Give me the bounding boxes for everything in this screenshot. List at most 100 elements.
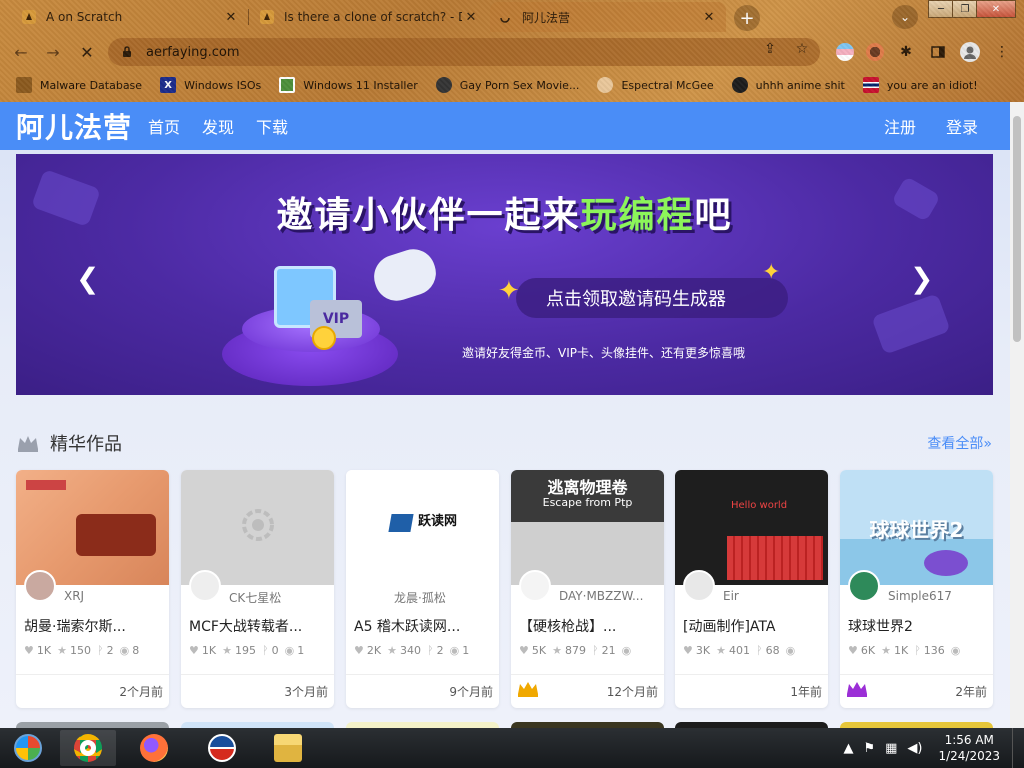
profile-avatar-icon[interactable] bbox=[960, 42, 980, 62]
close-tab-icon[interactable]: ✕ bbox=[222, 8, 240, 26]
taskbar-chrome[interactable] bbox=[60, 730, 116, 766]
project-card[interactable]: Hello world Eir [动画制作]ATA ♥ 3K ★ 401 ᚹ 68 ◉… bbox=[675, 470, 828, 708]
close-tab-icon[interactable]: ✕ bbox=[700, 8, 718, 26]
fork-count: 2 bbox=[106, 644, 114, 657]
show-desktop-button[interactable] bbox=[1012, 728, 1024, 768]
bookmark-movie-site[interactable]: Gay Porn Sex Movie... bbox=[435, 77, 579, 93]
volume-icon[interactable]: ◀) bbox=[907, 741, 922, 756]
project-title[interactable]: 胡曼·瑞索尔斯... bbox=[24, 616, 164, 636]
start-button[interactable] bbox=[0, 730, 56, 766]
view-all-link[interactable]: 查看全部» bbox=[927, 433, 992, 453]
tab-search-button[interactable]: ⌄ bbox=[892, 5, 918, 29]
project-title[interactable]: 【硬核枪战】... bbox=[519, 616, 659, 636]
bookmark-you-are-an-idiot[interactable]: you are an idiot! bbox=[862, 77, 978, 93]
nav-discover[interactable]: 发现 bbox=[202, 114, 234, 138]
back-button[interactable]: ← bbox=[10, 41, 32, 63]
placeholder-logo-icon bbox=[242, 509, 274, 541]
restore-button[interactable]: ❐ bbox=[952, 0, 978, 18]
project-thumbnail-placeholder bbox=[181, 470, 334, 585]
bookmark-anime[interactable]: uhhh anime shit bbox=[731, 77, 845, 93]
author-avatar[interactable] bbox=[354, 570, 386, 602]
fork-icon: ᚹ bbox=[426, 644, 434, 657]
tab-a-on-scratch[interactable]: A on Scratch ✕ bbox=[16, 2, 246, 32]
bookmark-malware-database[interactable]: Malware Database bbox=[16, 77, 142, 93]
new-tab-button[interactable]: + bbox=[734, 5, 760, 31]
promo-banner[interactable]: 邀请小伙伴一起来玩编程吧 VIP ✦ ✦ 点击领取邀请码生成器 邀请好友得金币、… bbox=[16, 154, 993, 395]
tab-aerfaying[interactable]: 阿儿法营 ✕ bbox=[490, 2, 726, 32]
bookmark-espectral-mcgee[interactable]: Espectral McGee bbox=[597, 77, 714, 93]
bookmark-windows-11-installer[interactable]: Windows 11 Installer bbox=[279, 77, 418, 93]
close-tab-icon[interactable]: ✕ bbox=[462, 8, 480, 26]
nav-home[interactable]: 首页 bbox=[148, 114, 180, 138]
fork-count: 0 bbox=[271, 644, 279, 657]
folder-icon bbox=[16, 77, 32, 93]
minimize-button[interactable]: ─ bbox=[928, 0, 954, 18]
author-name[interactable]: Simple617 bbox=[888, 589, 952, 603]
banner-prev-arrow-icon[interactable]: ❮ bbox=[76, 262, 99, 295]
avatar-extension-icon[interactable] bbox=[866, 43, 884, 61]
extensions-puzzle-icon[interactable]: ✱ bbox=[898, 44, 914, 60]
register-link[interactable]: 注册 bbox=[884, 114, 916, 138]
project-card[interactable]: 逃离物理卷 Escape from Ptp DAY·MBZZW... 【硬核枪战… bbox=[511, 470, 664, 708]
bookmark-windows-isos[interactable]: X Windows ISOs bbox=[160, 77, 261, 93]
page-scrollbar[interactable] bbox=[1010, 102, 1024, 728]
site-logo[interactable]: 阿儿法营 bbox=[16, 106, 132, 146]
project-title[interactable]: MCF大战转载者... bbox=[189, 616, 329, 636]
tab-clone-of-scratch[interactable]: Is there a clone of scratch? - Dis ✕ bbox=[254, 2, 486, 32]
author-name[interactable]: CK七星松 bbox=[229, 589, 281, 606]
side-panel-icon[interactable] bbox=[930, 44, 946, 60]
star-count: 401 bbox=[728, 644, 750, 657]
project-title[interactable]: [动画制作]ATA bbox=[683, 616, 823, 636]
heart-icon: ♥ bbox=[683, 644, 693, 657]
windows-orb-icon bbox=[14, 734, 42, 762]
author-name[interactable]: Eir bbox=[723, 589, 739, 603]
thumb-character-graphic bbox=[924, 550, 968, 576]
author-name[interactable]: 龙晨·孤松 bbox=[394, 589, 446, 606]
project-card[interactable]: CK七星松 MCF大战转载者... ♥ 1K ★ 195 ᚹ0 ◉ 1 3个月前 bbox=[181, 470, 334, 708]
star-icon: ★ bbox=[387, 644, 397, 657]
forward-button[interactable]: → bbox=[42, 41, 64, 63]
network-icon[interactable]: ▦ bbox=[885, 741, 897, 756]
thumb-sign-graphic bbox=[76, 514, 156, 556]
project-card[interactable]: 跃读网 龙晨·孤松 A5 稽木跃读网... ♥ 2K ★ 340 ᚹ2 ◉ 1 9个月… bbox=[346, 470, 499, 708]
tab-strip: A on Scratch ✕ Is there a clone of scrat… bbox=[0, 0, 1024, 34]
author-avatar[interactable] bbox=[848, 570, 880, 602]
project-card[interactable]: XRJ 胡曼·瑞索尔斯... ♥ 1K ★ 150 ᚹ2 ◉ 8 2个月前 bbox=[16, 470, 169, 708]
author-avatar[interactable] bbox=[519, 570, 551, 602]
address-bar[interactable]: aerfaying.com bbox=[108, 38, 820, 66]
login-link[interactable]: 登录 bbox=[946, 114, 978, 138]
project-card[interactable]: 球球世界2 Simple617 球球世界2 ♥ 6K ★ 1K ᚹ 136 ◉ 2年前 bbox=[840, 470, 993, 708]
banner-next-arrow-icon[interactable]: ❯ bbox=[910, 262, 933, 295]
share-icon[interactable]: ⇪ bbox=[762, 41, 778, 57]
banner-subtitle: 邀请好友得金币、VIP卡、头像挂件、还有更多惊喜哦 bbox=[462, 346, 745, 360]
action-center-flag-icon[interactable]: ⚑ bbox=[863, 741, 875, 756]
author-avatar[interactable] bbox=[24, 570, 56, 602]
stop-loading-button[interactable]: ✕ bbox=[76, 41, 98, 63]
close-window-button[interactable]: ✕ bbox=[976, 0, 1016, 18]
invite-code-button[interactable]: 点击领取邀请码生成器 bbox=[516, 278, 788, 318]
project-thumbnail bbox=[16, 470, 169, 585]
browser-menu-icon[interactable]: ⋮ bbox=[994, 44, 1010, 60]
tab-separator bbox=[248, 9, 249, 25]
auth-links: 注册 登录 bbox=[854, 102, 978, 150]
pride-flag-extension-icon[interactable] bbox=[836, 43, 854, 61]
obama-logo-icon bbox=[208, 734, 236, 762]
nav-download[interactable]: 下载 bbox=[256, 114, 288, 138]
taskbar-firefox[interactable] bbox=[126, 730, 182, 766]
clock[interactable]: 1:56 AM 1/24/2023 bbox=[938, 732, 1000, 764]
show-hidden-icons-icon[interactable]: ▲ bbox=[843, 741, 853, 756]
headline-part: 邀请小伙伴一起来 bbox=[276, 195, 581, 236]
project-title[interactable]: A5 稽木跃读网... bbox=[354, 616, 494, 636]
author-avatar[interactable] bbox=[189, 570, 221, 602]
author-avatar[interactable] bbox=[683, 570, 715, 602]
author-name[interactable]: XRJ bbox=[64, 589, 84, 603]
taskbar-obama-app[interactable] bbox=[194, 730, 250, 766]
scrollbar-thumb[interactable] bbox=[1013, 116, 1021, 342]
url-text: aerfaying.com bbox=[146, 44, 240, 60]
fork-count: 2 bbox=[436, 644, 444, 657]
bookmark-star-icon[interactable]: ☆ bbox=[794, 41, 810, 57]
author-name[interactable]: DAY·MBZZW... bbox=[559, 589, 643, 603]
cartoon-face-icon bbox=[597, 77, 614, 93]
project-title[interactable]: 球球世界2 bbox=[848, 616, 988, 636]
taskbar-file-explorer[interactable] bbox=[260, 730, 316, 766]
